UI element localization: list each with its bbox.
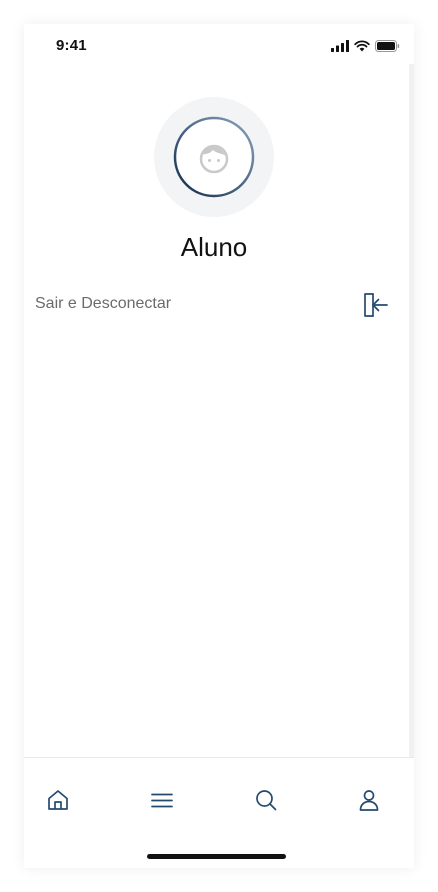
home-icon — [48, 790, 68, 810]
menu-icon — [151, 793, 173, 808]
phone-screen: 9:41 Aluno Sair e Desconectar — [24, 24, 414, 868]
user-icon — [359, 790, 379, 811]
status-bar: 9:41 — [24, 24, 414, 68]
logout-label: Sair e Desconectar — [35, 295, 172, 312]
child-face-icon — [173, 116, 255, 198]
wifi-icon — [354, 40, 370, 52]
tab-bar — [24, 757, 414, 868]
search-icon — [256, 790, 277, 811]
user-name: Aluno — [180, 232, 248, 262]
tab-search[interactable] — [244, 778, 288, 822]
cellular-signal-icon — [331, 40, 349, 52]
battery-icon — [375, 40, 400, 52]
avatar[interactable] — [154, 97, 274, 217]
scroll-track — [409, 64, 414, 757]
tab-menu[interactable] — [140, 778, 184, 822]
home-indicator — [147, 854, 286, 859]
status-icons — [331, 39, 400, 53]
sign-in-arrow-icon[interactable] — [360, 290, 390, 320]
status-time: 9:41 — [56, 37, 87, 54]
tab-profile[interactable] — [347, 778, 391, 822]
tab-home[interactable] — [36, 778, 80, 822]
logout-button[interactable]: Sair e Desconectar — [35, 288, 390, 322]
